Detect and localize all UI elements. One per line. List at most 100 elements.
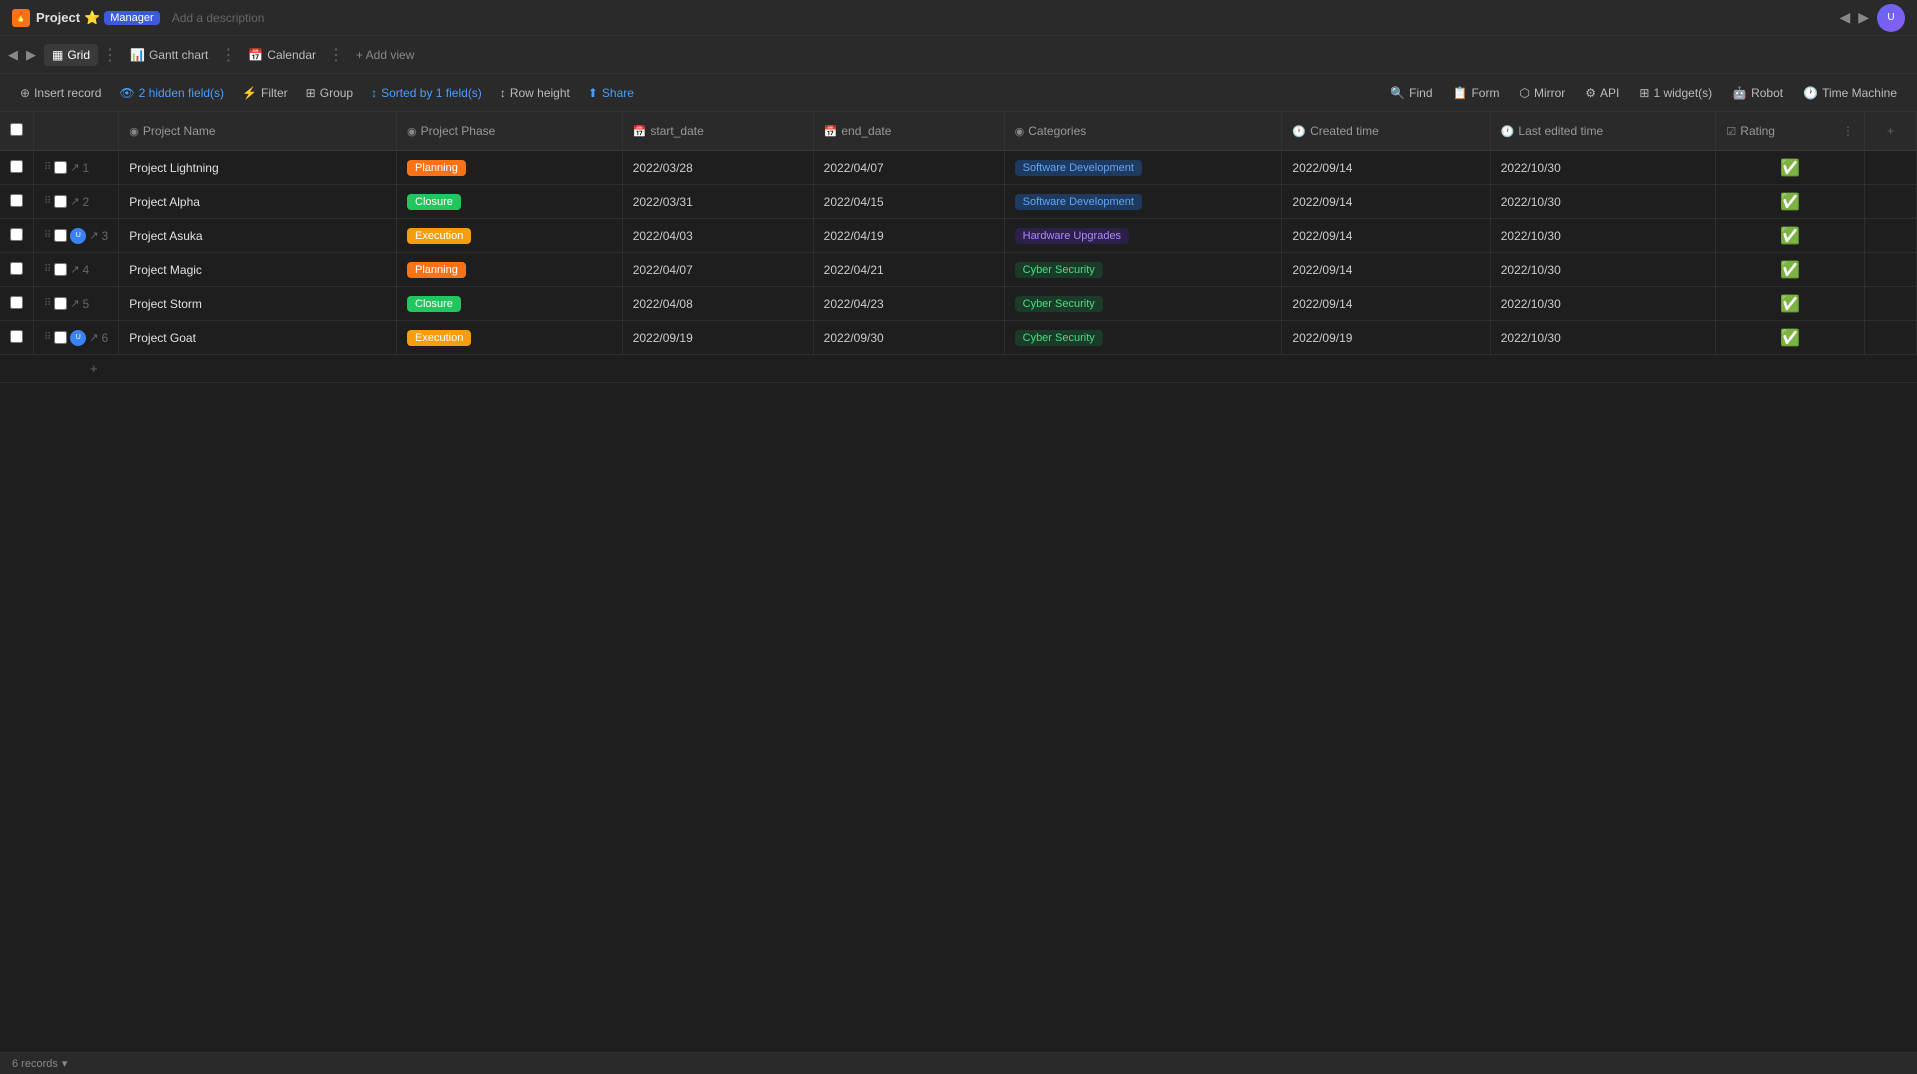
row-select[interactable]: [54, 161, 67, 174]
col-start-date[interactable]: 📅 start_date: [622, 112, 813, 151]
rating-cell[interactable]: ✅: [1716, 253, 1865, 287]
drag-handle[interactable]: ⠿: [44, 298, 51, 309]
row-checkbox[interactable]: [10, 228, 23, 241]
start-date-cell[interactable]: 2022/09/19: [622, 321, 813, 355]
add-column-btn[interactable]: +: [1864, 112, 1916, 151]
row-checkbox[interactable]: [10, 160, 23, 173]
category-cell[interactable]: Cyber Security: [1004, 287, 1282, 321]
project-phase-cell[interactable]: Planning: [397, 151, 623, 185]
row-select[interactable]: [54, 297, 67, 310]
tab-gantt[interactable]: 📊 Gantt chart: [122, 44, 216, 66]
project-phase-cell[interactable]: Execution: [397, 219, 623, 253]
start-date-cell[interactable]: 2022/04/03: [622, 219, 813, 253]
row-checkbox[interactable]: [10, 330, 23, 343]
filter-btn[interactable]: ⚡ Filter: [234, 82, 296, 104]
select-all-header[interactable]: [0, 112, 34, 151]
time-machine-btn[interactable]: 🕐 Time Machine: [1795, 82, 1905, 104]
start-date-cell[interactable]: 2022/04/08: [622, 287, 813, 321]
end-date-cell[interactable]: 2022/04/07: [813, 151, 1004, 185]
category-cell[interactable]: Software Development: [1004, 151, 1282, 185]
row-select[interactable]: [54, 229, 67, 242]
mirror-btn[interactable]: ⬡ Mirror: [1511, 82, 1573, 104]
rating-col-icon: ☑: [1726, 125, 1736, 138]
expand-icon[interactable]: ↗: [70, 297, 79, 310]
api-btn[interactable]: ⚙ API: [1577, 82, 1627, 104]
project-phase-cell[interactable]: Planning: [397, 253, 623, 287]
category-cell[interactable]: Cyber Security: [1004, 253, 1282, 287]
start-date-cell[interactable]: 2022/04/07: [622, 253, 813, 287]
share-btn[interactable]: ⬆ Share: [580, 82, 642, 104]
select-all-checkbox[interactable]: [10, 123, 23, 136]
row-checkbox[interactable]: [10, 296, 23, 309]
end-date-cell[interactable]: 2022/04/23: [813, 287, 1004, 321]
col-last-edited[interactable]: 🕐 Last edited time: [1490, 112, 1716, 151]
category-cell[interactable]: Hardware Upgrades: [1004, 219, 1282, 253]
rating-cell[interactable]: ✅: [1716, 321, 1865, 355]
col-options-icon[interactable]: ⋮: [1842, 124, 1854, 138]
sort-btn[interactable]: ↕ Sorted by 1 field(s): [363, 82, 490, 104]
nav-back-btn[interactable]: ◀: [8, 47, 18, 63]
row-height-btn[interactable]: ↕ Row height: [492, 82, 578, 104]
drag-handle[interactable]: ⠿: [44, 264, 51, 275]
project-name-cell[interactable]: Project Asuka: [119, 219, 397, 253]
project-name-cell[interactable]: Project Lightning: [119, 151, 397, 185]
row-select[interactable]: [54, 195, 67, 208]
project-phase-cell[interactable]: Execution: [397, 321, 623, 355]
start-date-cell[interactable]: 2022/03/28: [622, 151, 813, 185]
drag-handle[interactable]: ⠿: [44, 230, 51, 241]
star-icon[interactable]: ⭐: [84, 10, 100, 26]
add-row-btn[interactable]: +: [0, 355, 1917, 383]
col-rating[interactable]: ☑ Rating ⋮: [1716, 112, 1865, 151]
end-date-cell[interactable]: 2022/04/19: [813, 219, 1004, 253]
project-name-cell[interactable]: Project Goat: [119, 321, 397, 355]
row-select[interactable]: [54, 263, 67, 276]
rating-cell[interactable]: ✅: [1716, 287, 1865, 321]
tab-calendar[interactable]: 📅 Calendar: [240, 44, 324, 66]
expand-icon[interactable]: ↗: [89, 229, 98, 242]
robot-btn[interactable]: 🤖 Robot: [1724, 82, 1791, 104]
project-phase-cell[interactable]: Closure: [397, 185, 623, 219]
nav-fwd-btn[interactable]: ▶: [26, 47, 36, 63]
expand-icon[interactable]: ↗: [70, 161, 79, 174]
expand-icon[interactable]: ↗: [70, 195, 79, 208]
hidden-fields-btn[interactable]: 👁 2 hidden field(s): [111, 82, 232, 104]
col-created-time[interactable]: 🕐 Created time: [1282, 112, 1490, 151]
expand-icon[interactable]: ↗: [70, 263, 79, 276]
nav-forward[interactable]: ▶: [1858, 9, 1869, 26]
category-cell[interactable]: Cyber Security: [1004, 321, 1282, 355]
rating-cell[interactable]: ✅: [1716, 185, 1865, 219]
expand-icon[interactable]: ↗: [89, 331, 98, 344]
footer-dropdown-icon[interactable]: ▾: [62, 1057, 68, 1070]
col-end-date[interactable]: 📅 end_date: [813, 112, 1004, 151]
category-cell[interactable]: Software Development: [1004, 185, 1282, 219]
end-date-cell[interactable]: 2022/04/15: [813, 185, 1004, 219]
start-date-cell[interactable]: 2022/03/31: [622, 185, 813, 219]
end-date-cell[interactable]: 2022/09/30: [813, 321, 1004, 355]
tab-grid[interactable]: ▦ Grid: [44, 44, 98, 66]
col-categories[interactable]: ◉ Categories: [1004, 112, 1282, 151]
form-btn[interactable]: 📋 Form: [1445, 82, 1508, 104]
drag-handle[interactable]: ⠿: [44, 162, 51, 173]
drag-handle[interactable]: ⠿: [44, 196, 51, 207]
project-name-cell[interactable]: Project Alpha: [119, 185, 397, 219]
project-name-cell[interactable]: Project Storm: [119, 287, 397, 321]
project-name-cell[interactable]: Project Magic: [119, 253, 397, 287]
drag-handle[interactable]: ⠿: [44, 332, 51, 343]
tab-add-view[interactable]: + Add view: [348, 44, 422, 66]
group-btn[interactable]: ⊞ Group: [298, 82, 361, 104]
rating-cell[interactable]: ✅: [1716, 219, 1865, 253]
find-btn[interactable]: 🔍 Find: [1382, 82, 1440, 104]
col-project-phase[interactable]: ◉ Project Phase: [397, 112, 623, 151]
row-select[interactable]: [54, 331, 67, 344]
rating-cell[interactable]: ✅: [1716, 151, 1865, 185]
col-project-name[interactable]: ◉ Project Name: [119, 112, 397, 151]
row-checkbox[interactable]: [10, 262, 23, 275]
insert-record-btn[interactable]: ⊕ Insert record: [12, 82, 109, 104]
nav-back[interactable]: ◀: [1839, 9, 1850, 26]
rating-check-icon: ✅: [1780, 330, 1800, 347]
description-placeholder[interactable]: Add a description: [172, 11, 265, 25]
end-date-cell[interactable]: 2022/04/21: [813, 253, 1004, 287]
widgets-btn[interactable]: ⊞ 1 widget(s): [1631, 82, 1720, 104]
project-phase-cell[interactable]: Closure: [397, 287, 623, 321]
row-checkbox[interactable]: [10, 194, 23, 207]
